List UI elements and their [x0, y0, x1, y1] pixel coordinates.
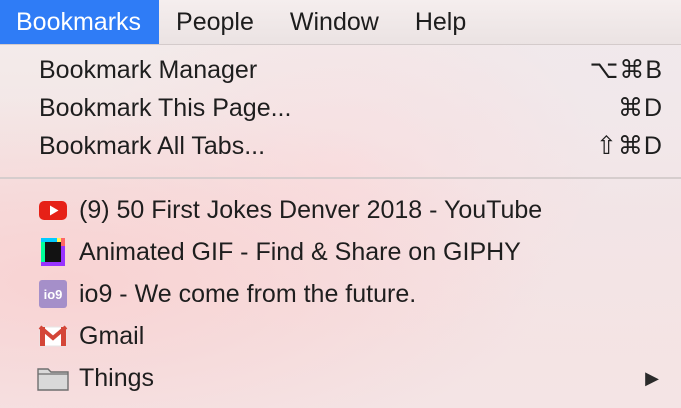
menu-item-label: Bookmark Manager	[39, 55, 258, 84]
bookmark-label: Animated GIF - Find & Share on GIPHY	[79, 237, 521, 266]
bookmark-item-gmail[interactable]: Gmail	[0, 317, 681, 355]
bookmark-label: Things	[79, 363, 155, 392]
bookmark-label: io9 - We come from the future.	[79, 279, 417, 308]
menu-item-label: Bookmark All Tabs...	[39, 131, 266, 160]
submenu-arrow-icon: ▶	[645, 367, 659, 388]
menu-people[interactable]: People	[159, 0, 273, 44]
bookmark-label: Gmail	[79, 321, 145, 350]
svg-text:io9: io9	[44, 287, 63, 302]
menu-item-bookmark-all-tabs[interactable]: Bookmark All Tabs... ⇧⌘D	[0, 127, 681, 165]
bookmark-label: (9) 50 First Jokes Denver 2018 - YouTube	[79, 195, 543, 224]
youtube-icon	[39, 201, 67, 220]
menu-item-bookmark-manager[interactable]: Bookmark Manager ⌥⌘B	[0, 51, 681, 89]
shortcut-hint: ⌘D	[617, 94, 663, 122]
shortcut-hint: ⌥⌘B	[589, 56, 663, 84]
bookmarks-dropdown-menu: Bookmark Manager ⌥⌘B Bookmark This Page.…	[0, 45, 681, 408]
menu-separator	[0, 177, 681, 179]
menu-bookmarks[interactable]: Bookmarks	[0, 0, 160, 44]
menu-bar: Bookmarks People Window Help	[0, 0, 681, 45]
giphy-icon	[41, 238, 65, 266]
gmail-icon	[38, 325, 68, 347]
io9-icon: io9	[39, 280, 67, 308]
bookmark-folder-things[interactable]: Things ▶	[0, 359, 681, 397]
menu-item-bookmark-this-page[interactable]: Bookmark This Page... ⌘D	[0, 89, 681, 127]
menu-window[interactable]: Window	[273, 0, 398, 44]
folder-icon	[37, 368, 69, 391]
bookmark-item-giphy[interactable]: Animated GIF - Find & Share on GIPHY	[0, 233, 681, 271]
bookmark-item-youtube[interactable]: (9) 50 First Jokes Denver 2018 - YouTube	[0, 191, 681, 229]
bookmark-item-io9[interactable]: io9 io9 - We come from the future.	[0, 275, 681, 313]
menu-item-label: Bookmark This Page...	[39, 93, 292, 122]
menu-help[interactable]: Help	[398, 0, 485, 44]
shortcut-hint: ⇧⌘D	[595, 132, 663, 160]
